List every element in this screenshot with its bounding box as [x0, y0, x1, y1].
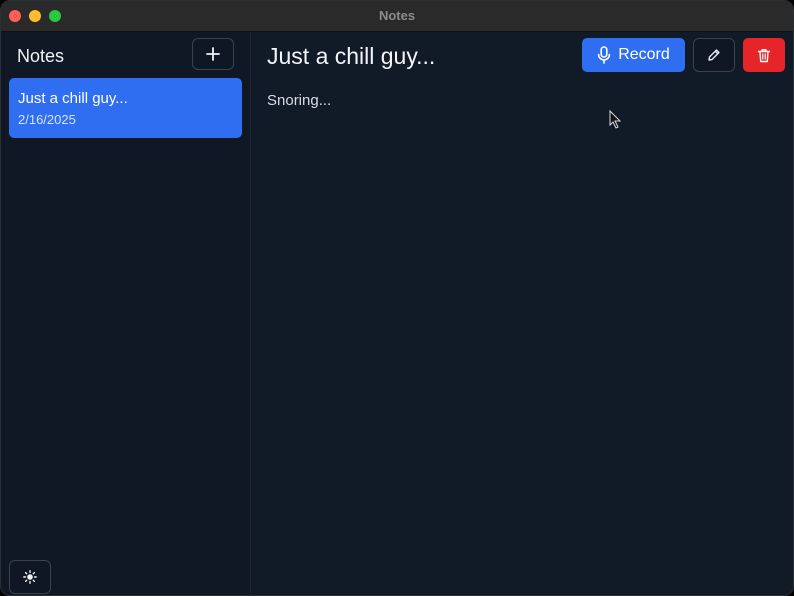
- delete-note-button[interactable]: [743, 38, 785, 72]
- sidebar-title: Notes: [17, 46, 65, 66]
- plus-icon: [206, 47, 220, 61]
- record-label: Record: [618, 46, 670, 63]
- note-list-item[interactable]: Just a chill guy... 2/16/2025: [9, 78, 242, 138]
- note-title: Just a chill guy...: [267, 43, 436, 69]
- mouse-pointer-icon: [609, 110, 622, 129]
- note-body: Snoring...: [267, 92, 332, 109]
- window-title: Notes: [378, 8, 416, 23]
- pencil-icon: [708, 49, 720, 61]
- app-window: Notes Notes Just a chill guy... 2/16/202…: [0, 0, 794, 596]
- note-list-item-title: Just a chill guy...: [18, 90, 128, 107]
- notes-sidebar: Notes Just a chill guy... 2/16/2025: [1, 32, 251, 595]
- sun-icon: [23, 570, 37, 584]
- record-button[interactable]: Record: [582, 38, 685, 72]
- title-bar[interactable]: Notes: [1, 1, 793, 32]
- trash-icon: [757, 48, 771, 62]
- note-detail: Just a chill guy... Record Snoring...: [251, 32, 793, 595]
- note-list-item-date: 2/16/2025: [18, 112, 76, 127]
- theme-toggle-button[interactable]: [9, 560, 51, 594]
- edit-note-button[interactable]: [693, 38, 735, 72]
- add-note-button[interactable]: [192, 38, 234, 70]
- microphone-icon: [598, 46, 611, 64]
